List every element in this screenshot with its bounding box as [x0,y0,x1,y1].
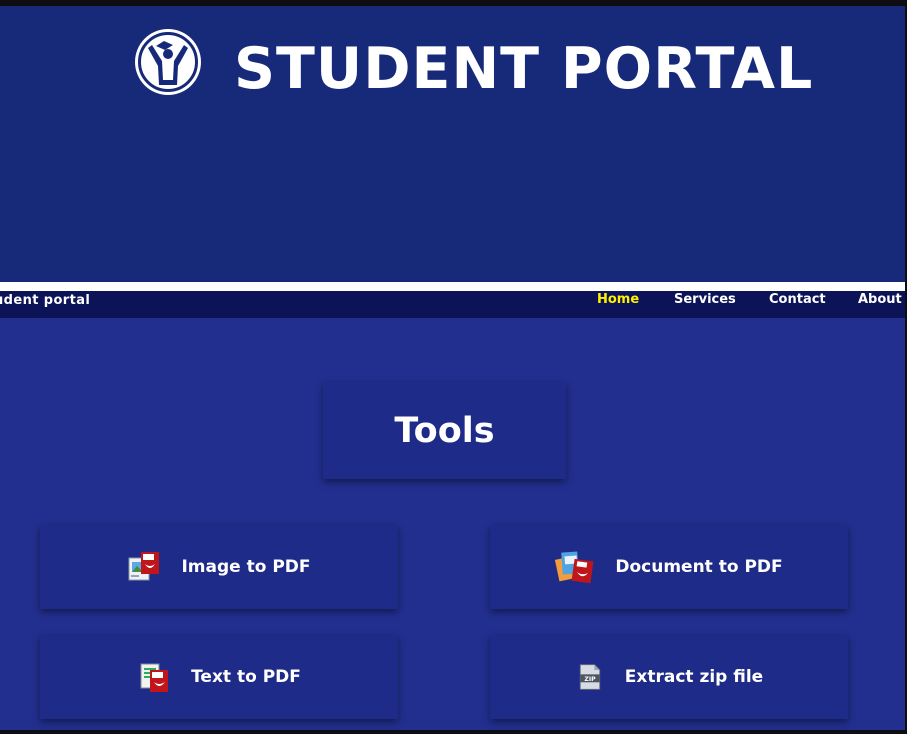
top-navbar: udent portal Home Services Contact About [0,291,905,318]
text-to-pdf-label: Text to PDF [191,667,301,687]
text-to-pdf-button[interactable]: Text to PDF [40,635,398,719]
extract-zip-button[interactable]: ZIP Extract zip file [490,635,848,719]
document-to-pdf-icon [555,551,594,584]
header-divider [0,282,905,291]
document-to-pdf-label: Document to PDF [615,557,783,577]
nav-home-link[interactable]: Home [597,291,639,309]
extract-zip-label: Extract zip file [624,667,764,687]
graduate-icon [135,29,201,95]
page-title: STUDENT PORTAL [234,36,814,102]
tools-heading-card: Tools [323,382,566,479]
nav-contact-link[interactable]: Contact [769,291,826,309]
zip-file-icon: ZIP [579,664,600,690]
nav-services-link[interactable]: Services [674,291,736,309]
text-to-pdf-icon [140,663,169,692]
page-frame: STUDENT PORTAL udent portal Home Service… [0,6,905,730]
document-to-pdf-button[interactable]: Document to PDF [490,525,848,609]
nav-about-link[interactable]: About [858,291,902,309]
image-to-pdf-icon [128,552,160,581]
tools-heading: Tools [394,410,495,451]
image-to-pdf-button[interactable]: Image to PDF [40,525,398,609]
svg-text:ZIP: ZIP [584,676,596,683]
hero-header: STUDENT PORTAL [0,6,905,282]
image-to-pdf-label: Image to PDF [181,557,311,577]
main-content: Tools Image to PDF Document to PDF Text … [0,318,905,730]
brand-name: udent portal [0,293,91,308]
